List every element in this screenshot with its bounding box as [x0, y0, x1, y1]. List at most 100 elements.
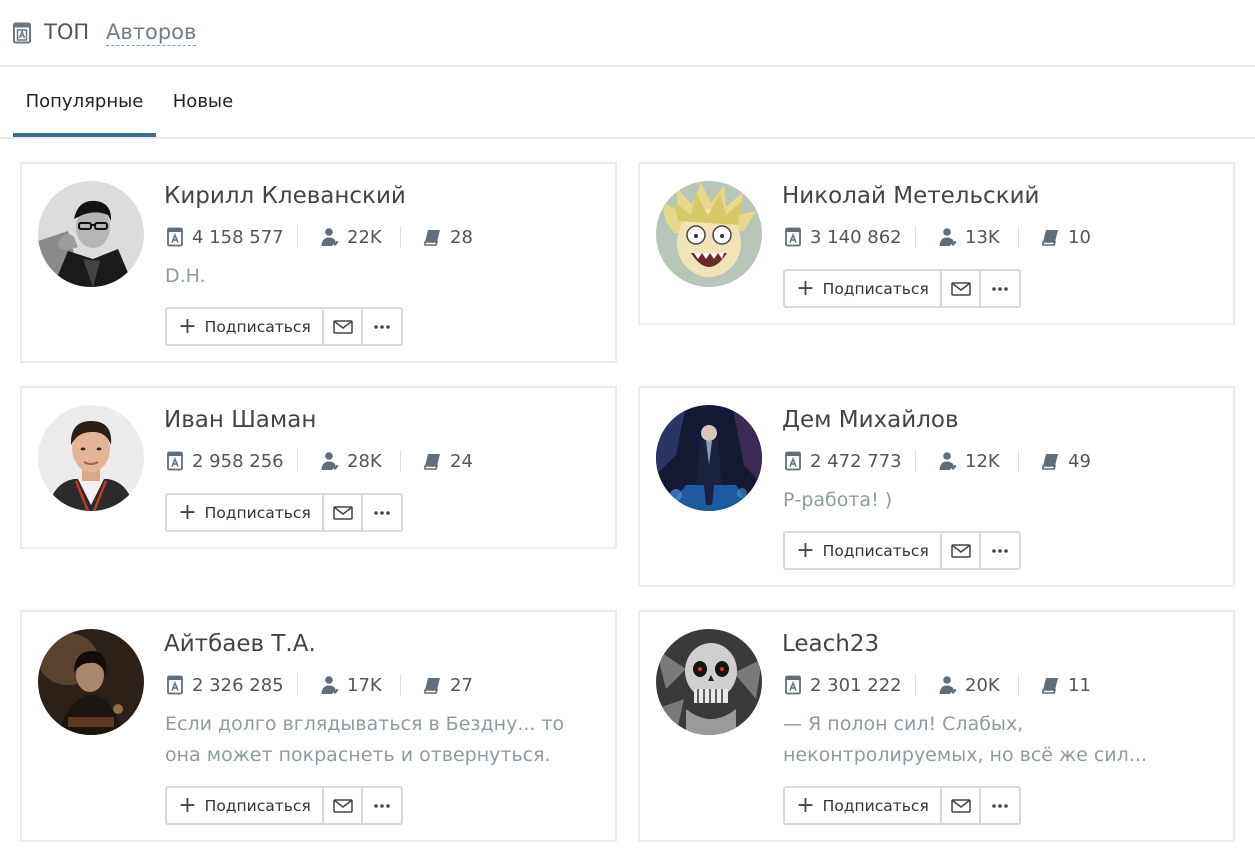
- book-icon: [1042, 454, 1058, 470]
- followers-count: 22K: [347, 226, 382, 248]
- author-status: — Я полон сил! Слабых, неконтролируемых,…: [783, 713, 1147, 766]
- action-group: + Подписаться: [165, 786, 403, 825]
- followers-count: 28K: [347, 450, 382, 472]
- rating-book-icon: [785, 675, 801, 695]
- author-status: D.H.: [165, 265, 206, 287]
- avatar[interactable]: [38, 405, 144, 511]
- followers-stat: 28K: [298, 449, 400, 473]
- followers-stat: 20K: [916, 673, 1018, 697]
- more-button[interactable]: [981, 271, 1019, 306]
- author-stats: 3 140 862 13K 10: [783, 225, 1091, 249]
- avatar[interactable]: [38, 181, 144, 287]
- plus-icon: +: [178, 499, 197, 525]
- subscribe-button[interactable]: + Подписаться: [785, 533, 942, 568]
- books-stat: 27: [401, 673, 473, 697]
- rating-book-icon: [785, 227, 801, 247]
- more-dots-icon: [374, 510, 390, 515]
- rating-book-icon: [785, 451, 801, 471]
- rating-value: 3 140 862: [810, 226, 902, 248]
- action-group: + Подписаться: [783, 531, 1021, 570]
- rating-book-icon: [167, 675, 183, 695]
- tab-new[interactable]: Новые: [156, 69, 250, 137]
- books-stat: 11: [1019, 673, 1091, 697]
- subscribe-button[interactable]: + Подписаться: [167, 788, 324, 823]
- rating-value: 2 326 285: [192, 674, 284, 696]
- envelope-icon: [950, 281, 971, 296]
- envelope-icon: [332, 505, 353, 520]
- books-count: 11: [1068, 674, 1091, 696]
- rating-stat: 2 326 285: [165, 673, 297, 697]
- rating-stat: 2 958 256: [165, 449, 297, 473]
- author-name[interactable]: Айтбаев Т.А.: [164, 631, 316, 657]
- message-button[interactable]: [324, 309, 363, 344]
- books-stat: 28: [401, 225, 473, 249]
- subscribe-label: Подписаться: [204, 503, 311, 522]
- author-card: Айтбаев Т.А. 2 326 285 17K 27 Если долго…: [20, 610, 617, 842]
- more-button[interactable]: [981, 533, 1019, 568]
- avatar[interactable]: [656, 629, 762, 735]
- action-group: + Подписаться: [165, 307, 403, 346]
- user-heart-icon: [939, 228, 957, 246]
- subscribe-label: Подписаться: [822, 541, 929, 560]
- author-name[interactable]: Кирилл Клеванский: [164, 183, 406, 209]
- more-button[interactable]: [363, 788, 401, 823]
- page-header: ТОП Авторов: [0, 0, 1255, 67]
- author-stats: 2 301 222 20K 11: [783, 673, 1091, 697]
- plus-icon: +: [796, 537, 815, 563]
- rating-stat: 3 140 862: [783, 225, 915, 249]
- subscribe-button[interactable]: + Подписаться: [785, 271, 942, 306]
- followers-stat: 22K: [298, 225, 400, 249]
- author-name[interactable]: Николай Метельский: [782, 183, 1040, 209]
- rating-value: 2 958 256: [192, 450, 284, 472]
- books-stat: 10: [1019, 225, 1091, 249]
- message-button[interactable]: [324, 788, 363, 823]
- author-name[interactable]: Leach23: [782, 631, 879, 657]
- books-count: 27: [450, 674, 473, 696]
- books-stat: 24: [401, 449, 473, 473]
- followers-count: 17K: [347, 674, 382, 696]
- author-name[interactable]: Дем Михайлов: [782, 407, 959, 433]
- message-button[interactable]: [324, 495, 363, 530]
- more-dots-icon: [374, 324, 390, 329]
- page-title: ТОП: [44, 20, 90, 44]
- plus-icon: +: [796, 275, 815, 301]
- book-icon: [1042, 230, 1058, 246]
- subscribe-label: Подписаться: [204, 796, 311, 815]
- more-dots-icon: [992, 803, 1008, 808]
- subscribe-button[interactable]: + Подписаться: [167, 309, 324, 344]
- user-heart-icon: [321, 452, 339, 470]
- avatar[interactable]: [656, 181, 762, 287]
- author-stats: 2 472 773 12K 49: [783, 449, 1091, 473]
- author-card: Иван Шаман 2 958 256 28K 24 + Подписатьс…: [20, 386, 617, 549]
- more-button[interactable]: [363, 495, 401, 530]
- author-status: Р-работа! ): [783, 489, 893, 511]
- more-button[interactable]: [363, 309, 401, 344]
- message-button[interactable]: [942, 271, 981, 306]
- more-dots-icon: [992, 548, 1008, 553]
- avatar[interactable]: [656, 405, 762, 511]
- book-icon: [424, 678, 440, 694]
- plus-icon: +: [178, 792, 197, 818]
- subscribe-button[interactable]: + Подписаться: [167, 495, 324, 530]
- subscribe-button[interactable]: + Подписаться: [785, 788, 942, 823]
- tab-popular[interactable]: Популярные: [13, 69, 156, 137]
- rating-book-icon: [167, 227, 183, 247]
- subscribe-label: Подписаться: [822, 279, 929, 298]
- rating-stat: 2 472 773: [783, 449, 915, 473]
- message-button[interactable]: [942, 533, 981, 568]
- followers-stat: 12K: [916, 449, 1018, 473]
- rating-value: 4 158 577: [192, 226, 284, 248]
- book-icon: [424, 230, 440, 246]
- message-button[interactable]: [942, 788, 981, 823]
- action-group: + Подписаться: [165, 493, 403, 532]
- user-heart-icon: [939, 452, 957, 470]
- rating-value: 2 301 222: [810, 674, 902, 696]
- author-name[interactable]: Иван Шаман: [164, 407, 316, 433]
- avatar[interactable]: [38, 629, 144, 735]
- envelope-icon: [950, 543, 971, 558]
- plus-icon: +: [796, 792, 815, 818]
- user-heart-icon: [939, 676, 957, 694]
- category-selector[interactable]: Авторов: [106, 20, 197, 46]
- envelope-icon: [332, 798, 353, 813]
- more-button[interactable]: [981, 788, 1019, 823]
